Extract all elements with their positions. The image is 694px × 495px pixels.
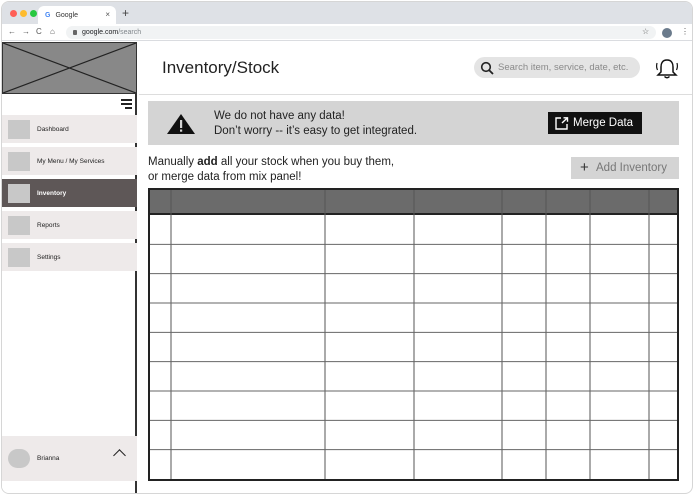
add-inventory-button[interactable]: + Add Inventory <box>571 157 679 179</box>
sidebar-item-label: Settings <box>37 253 61 261</box>
sidebar-item-reports[interactable]: Reports <box>2 211 137 239</box>
nav-icon-placeholder <box>8 151 30 171</box>
instructions-post: all your stock when you buy them, <box>217 156 395 168</box>
logo-placeholder <box>2 42 137 94</box>
external-link-icon <box>555 117 569 130</box>
page-title: Inventory/Stock <box>162 58 280 77</box>
bell-icon[interactable] <box>655 57 679 79</box>
instructions-pre: Manually <box>148 156 198 168</box>
url-bar[interactable]: google.com/search <box>66 26 656 39</box>
hamburger-menu-icon[interactable] <box>121 99 132 109</box>
page-header: Inventory/Stock Search item, service, da… <box>139 42 692 95</box>
lock-icon <box>73 30 77 35</box>
url-host: google.com <box>82 29 119 36</box>
no-data-banner: We do not have any data! Don’t worry -- … <box>148 101 679 145</box>
search-icon <box>480 61 494 75</box>
merge-data-button[interactable]: Merge Data <box>548 112 642 134</box>
sidebar-item-label: Inventory <box>37 189 67 197</box>
sidebar-item-settings[interactable]: Settings <box>2 243 137 271</box>
browser-toolbar: ← → C ⌂ google.com/search ☆ ⋮ <box>2 24 692 41</box>
user-profile[interactable]: Brianna <box>2 436 137 481</box>
reload-icon[interactable]: C <box>36 27 42 36</box>
browser-menu-icon[interactable]: ⋮ <box>681 27 689 36</box>
user-name: Brianna <box>37 455 60 462</box>
banner-message: We do not have any data! Don’t worry -- … <box>214 109 417 139</box>
profile-avatar-icon[interactable] <box>662 28 672 38</box>
chevron-up-icon[interactable] <box>113 449 126 462</box>
instructions-text: Manually add all your stock when you buy… <box>148 155 394 185</box>
tab-close-icon[interactable]: × <box>105 10 110 19</box>
merge-data-label: Merge Data <box>573 117 634 129</box>
warning-icon <box>167 114 195 134</box>
add-inventory-label: Add Inventory <box>596 162 667 174</box>
sidebar-item-label: Reports <box>37 221 60 229</box>
nav-icon-placeholder <box>8 119 30 139</box>
sidebar-item-inventory[interactable]: Inventory <box>2 179 137 207</box>
browser-tab[interactable]: G Google × <box>38 6 116 24</box>
tab-title: Google <box>55 11 79 19</box>
nav-icon-placeholder <box>8 247 30 267</box>
new-tab-button[interactable]: + <box>122 6 129 20</box>
inventory-table <box>148 188 679 481</box>
google-favicon-icon: G <box>45 11 51 19</box>
back-arrow-icon[interactable]: ← <box>8 27 16 36</box>
nav-icon-placeholder <box>8 183 30 203</box>
sidebar: Dashboard My Menu / My Services Inventory R… <box>2 42 137 493</box>
avatar <box>8 449 30 468</box>
bookmark-star-icon[interactable]: ☆ <box>642 27 649 36</box>
minimize-window-icon[interactable] <box>20 10 27 17</box>
logo-placeholder-cross <box>3 43 136 93</box>
sidebar-item-label: Dashboard <box>37 125 69 133</box>
table-grid-lines <box>150 190 677 479</box>
browser-tab-bar: G Google × + <box>2 2 692 24</box>
plus-icon: + <box>580 159 589 176</box>
sidebar-item-dashboard[interactable]: Dashboard <box>2 115 137 143</box>
url-path: /search <box>118 29 142 36</box>
forward-arrow-icon[interactable]: → <box>22 27 30 36</box>
search-placeholder: Search item, service, date, etc. <box>498 62 629 73</box>
search-input[interactable]: Search item, service, date, etc. <box>474 57 640 78</box>
close-window-icon[interactable] <box>10 10 17 17</box>
instructions-line-2: or merge data from mix panel! <box>148 171 302 183</box>
sidebar-item-label: My Menu / My Services <box>37 157 105 165</box>
maximize-window-icon[interactable] <box>30 10 37 17</box>
nav-icon-placeholder <box>8 215 30 235</box>
sidebar-item-my-menu-my-services[interactable]: My Menu / My Services <box>2 147 137 175</box>
banner-line-1: We do not have any data! <box>214 110 345 122</box>
home-icon[interactable]: ⌂ <box>50 27 55 36</box>
banner-line-2: Don’t worry -- it’s easy to get integrat… <box>214 125 418 137</box>
instructions-bold: add <box>197 156 218 168</box>
